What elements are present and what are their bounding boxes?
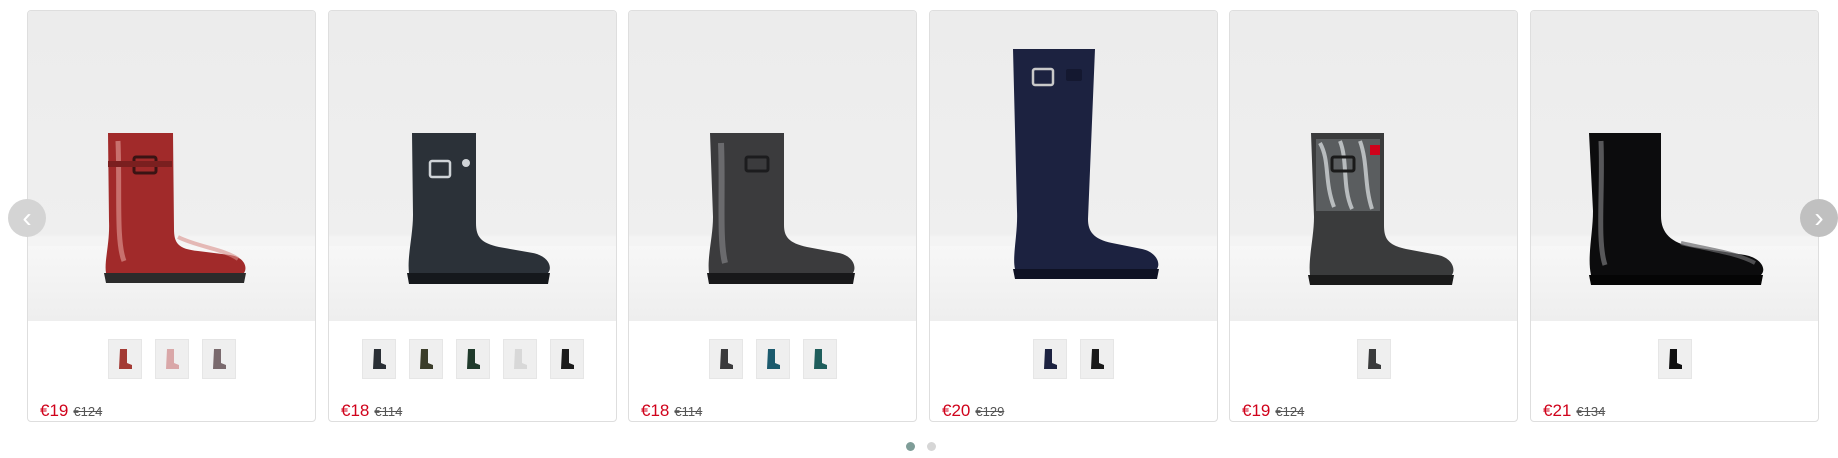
price: €19 €124: [40, 401, 102, 421]
carousel-prev-button[interactable]: ‹: [8, 199, 46, 237]
product-image[interactable]: [28, 11, 315, 321]
boot-image: [407, 133, 550, 284]
pagination-dot[interactable]: [906, 442, 915, 451]
boot-image: [1013, 49, 1159, 279]
original-price: €134: [1576, 404, 1606, 419]
product-card[interactable]: €21 €134: [1530, 10, 1819, 422]
color-swatch[interactable]: [201, 339, 236, 379]
carousel-pagination: [906, 442, 936, 451]
price: €18 €114: [341, 401, 402, 421]
color-swatch[interactable]: [361, 339, 396, 379]
product-image[interactable]: [1531, 11, 1818, 321]
product-card[interactable]: €20 €129: [929, 10, 1218, 422]
price: €19 €124: [1242, 401, 1304, 421]
original-price: €129: [975, 404, 1005, 419]
color-swatches: [1531, 339, 1818, 379]
color-swatch[interactable]: [502, 339, 537, 379]
boot-image: [707, 133, 855, 284]
color-swatch[interactable]: [1033, 339, 1067, 379]
chevron-left-icon: ‹: [22, 202, 32, 233]
boot-image: [1308, 133, 1454, 285]
color-swatch[interactable]: [1657, 339, 1692, 379]
color-swatch[interactable]: [1356, 339, 1391, 379]
price: €20 €129: [942, 401, 1004, 421]
color-swatch[interactable]: [549, 339, 584, 379]
product-card[interactable]: €18 €114: [628, 10, 917, 422]
sale-price: €18: [641, 401, 670, 420]
color-swatch[interactable]: [107, 339, 142, 379]
color-swatches: [930, 339, 1217, 379]
price: €21 €134: [1543, 401, 1605, 421]
color-swatches: [1230, 339, 1517, 379]
price: €18 €114: [641, 401, 702, 421]
pagination-dot[interactable]: [927, 442, 936, 451]
original-price: €114: [674, 404, 703, 419]
color-swatch[interactable]: [408, 339, 443, 379]
product-carousel: €19 €124 €18 €114 €18 €114 €20 €129 €19 …: [0, 0, 1838, 458]
carousel-next-button[interactable]: ›: [1800, 199, 1838, 237]
boot-image: [1589, 133, 1764, 285]
color-swatches: [329, 339, 616, 379]
original-price: €124: [1275, 404, 1305, 419]
product-card[interactable]: €19 €124: [1229, 10, 1518, 422]
product-image[interactable]: [329, 11, 616, 321]
chevron-right-icon: ›: [1814, 202, 1824, 233]
sale-price: €19: [40, 401, 69, 420]
color-swatches: [28, 339, 315, 379]
color-swatch[interactable]: [154, 339, 189, 379]
boot-image: [104, 133, 246, 283]
color-swatches: [629, 339, 916, 379]
color-swatch[interactable]: [708, 339, 743, 379]
product-image[interactable]: [1230, 11, 1517, 321]
color-swatch[interactable]: [802, 339, 837, 379]
product-image[interactable]: [930, 11, 1217, 321]
sale-price: €19: [1242, 401, 1271, 420]
color-swatch[interactable]: [1080, 339, 1114, 379]
product-card[interactable]: €19 €124: [27, 10, 316, 422]
sale-price: €21: [1543, 401, 1572, 420]
original-price: €124: [73, 404, 103, 419]
color-swatch[interactable]: [755, 339, 790, 379]
original-price: €114: [374, 404, 403, 419]
sale-price: €18: [341, 401, 370, 420]
product-image[interactable]: [629, 11, 916, 321]
color-swatch[interactable]: [455, 339, 490, 379]
sale-price: €20: [942, 401, 971, 420]
product-card[interactable]: €18 €114: [328, 10, 617, 422]
